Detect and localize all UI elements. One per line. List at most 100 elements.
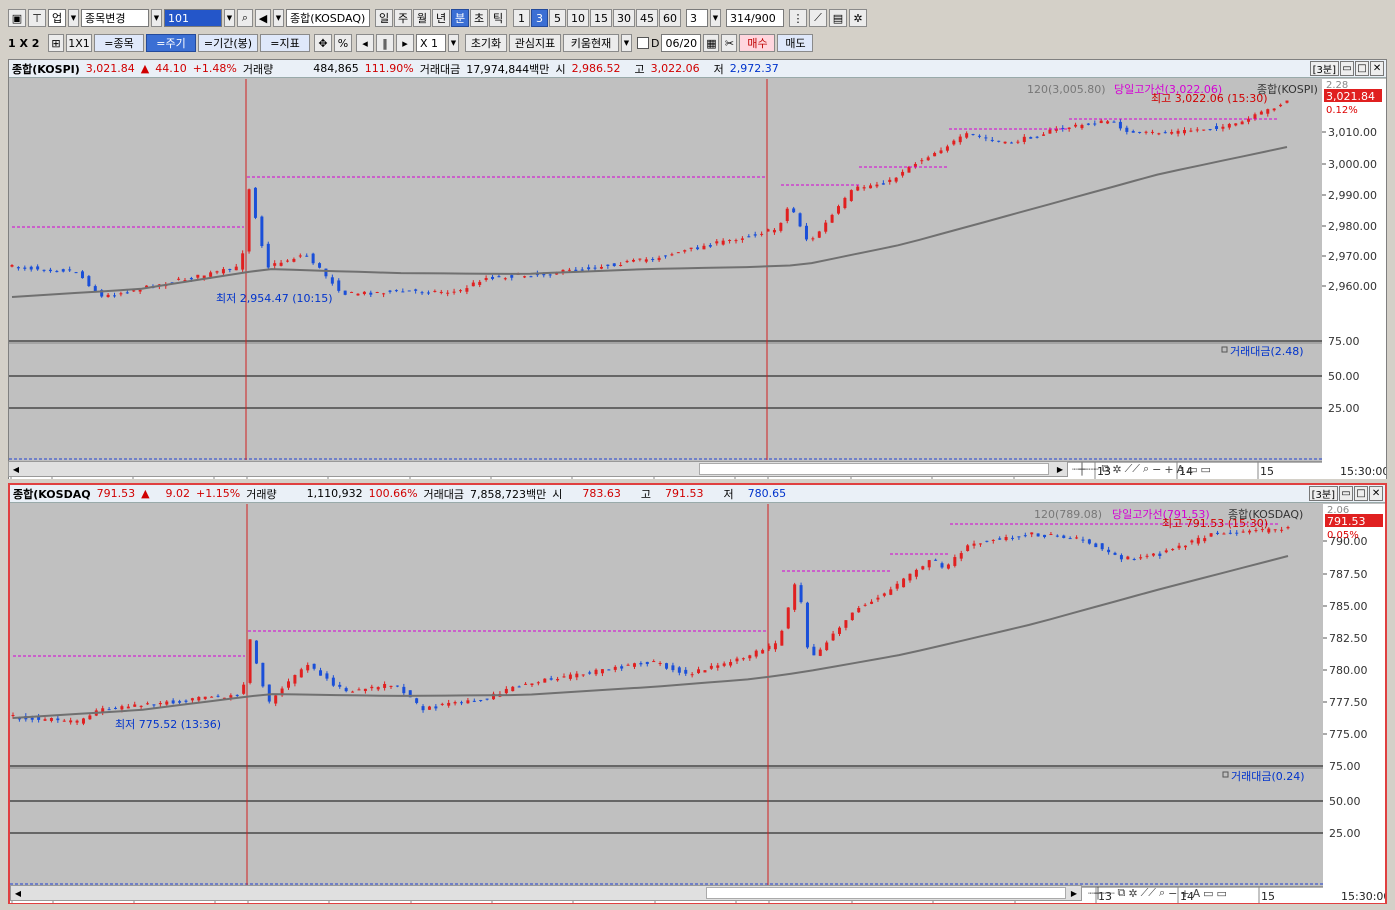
market-dropdown-icon[interactable]: ▼ (68, 9, 79, 27)
restore-icon[interactable]: ▭ (1340, 61, 1354, 76)
period-tab[interactable]: 월 (413, 9, 431, 27)
interval-dropdown-icon[interactable]: ▼ (710, 9, 721, 27)
kospi-scrollbar[interactable]: ◀ ▶ (8, 461, 1068, 477)
sell-button[interactable]: 매도 (777, 34, 814, 52)
gear-icon[interactable]: ✲ (849, 9, 867, 27)
zoom-out-icon[interactable]: − (1152, 463, 1161, 476)
line-tool-icon[interactable]: ⟋⟋ (1141, 886, 1156, 900)
maximize-icon[interactable]: □ (1354, 486, 1368, 501)
period-tab[interactable]: 초 (470, 9, 488, 27)
interval-tab[interactable]: 15 (590, 9, 612, 27)
interval-tab[interactable]: 3 (531, 9, 548, 27)
interval-select[interactable]: 3 (686, 9, 708, 27)
kosdaq-chart[interactable]: 790.00787.50785.00782.50780.00777.50775.… (10, 504, 1385, 903)
kiwoom-dropdown-icon[interactable]: ▼ (621, 34, 632, 52)
save-icon[interactable]: ▤ (829, 9, 847, 27)
scroll-right-icon[interactable]: ▶ (1053, 462, 1067, 476)
zoom-icon[interactable]: ⌕ (1159, 886, 1165, 900)
interval-tab[interactable]: 45 (636, 9, 658, 27)
note-icon[interactable]: ▭ (1203, 887, 1213, 900)
range-button[interactable]: =기간(봉) (198, 34, 258, 52)
interval-tab[interactable]: 10 (567, 9, 589, 27)
close-icon[interactable]: ✕ (1369, 486, 1383, 501)
fullscreen-icon[interactable]: ▭ (1201, 463, 1211, 476)
interval-tab[interactable]: 60 (659, 9, 681, 27)
stock-change-select[interactable]: 종목변경 (81, 9, 149, 27)
indicator-button[interactable]: =지표 (260, 34, 310, 52)
restore-icon[interactable]: ▭ (1339, 486, 1353, 501)
kiwoom-button[interactable]: 키움현재 (563, 34, 619, 52)
code-input[interactable]: 101 (164, 9, 222, 27)
range-slider-icon[interactable]: ┈┼┈┈ (1088, 887, 1115, 900)
kospi-chart[interactable]: 3,010.00 3,000.00 2,990.00 2,980.00 2,970.00… (9, 79, 1386, 479)
period-tab[interactable]: 년 (432, 9, 450, 27)
scroll-right-icon[interactable]: ▶ (1067, 886, 1081, 900)
period-tab[interactable]: 틱 (489, 9, 507, 27)
code-dropdown-icon[interactable]: ▼ (224, 9, 235, 27)
search-icon[interactable]: ⌕ (237, 9, 253, 27)
move-icon[interactable]: ✥ (314, 34, 332, 52)
pause-icon[interactable]: ‖ (376, 34, 394, 52)
percent-button[interactable]: % (334, 34, 352, 52)
grid-icon[interactable]: ⊞ (48, 34, 64, 52)
note-icon[interactable]: ▭ (1187, 463, 1197, 476)
zoom-in-icon[interactable]: + (1180, 887, 1189, 900)
interval-tab[interactable]: 5 (549, 9, 566, 27)
scroll-left-icon[interactable]: ◀ (11, 886, 25, 900)
period-button[interactable]: =주기 (146, 34, 196, 52)
one-by-one-button[interactable]: 1X1 (66, 34, 92, 52)
close-icon[interactable]: ✕ (1370, 61, 1384, 76)
scroll-thumb[interactable] (699, 463, 1049, 475)
speaker-icon[interactable]: ◀ (255, 9, 271, 27)
settings-icon[interactable]: ✲ (1112, 463, 1121, 476)
market-select[interactable]: 업 (48, 9, 66, 27)
pin-icon[interactable]: ⊤ (28, 9, 46, 27)
zoom-out-icon[interactable]: − (1168, 887, 1177, 900)
interest-button[interactable]: 관심지표 (509, 34, 561, 52)
d-checkbox[interactable] (637, 37, 649, 49)
text-icon[interactable]: A (1177, 463, 1185, 476)
speaker-dropdown-icon[interactable]: ▼ (273, 9, 284, 27)
scroll-left-icon[interactable]: ◀ (9, 462, 23, 476)
interval-tab[interactable]: 1 (513, 9, 530, 27)
interval-tab[interactable]: 30 (613, 9, 635, 27)
candle-body (68, 269, 72, 271)
sub-tick-label: 50.00 (1328, 370, 1360, 383)
period-tab[interactable]: 분 (451, 9, 469, 27)
maximize-icon[interactable]: □ (1355, 61, 1369, 76)
period-tab[interactable]: 주 (394, 9, 412, 27)
copy-icon[interactable]: ⧉ (1118, 886, 1126, 900)
kospi-period-tag[interactable]: [3분] (1309, 61, 1339, 76)
indicator-icon[interactable]: ⋮ (789, 9, 807, 27)
scissors-icon[interactable]: ✂ (721, 34, 738, 52)
candle-body (606, 264, 610, 267)
reset-button[interactable]: 초기화 (465, 34, 507, 52)
date-input[interactable]: 06/20 (661, 34, 702, 52)
scroll-thumb[interactable] (706, 887, 1066, 899)
stock-button[interactable]: =종목 (94, 34, 144, 52)
candle-body (588, 672, 592, 674)
copy-icon[interactable]: ⧉ (1102, 462, 1110, 476)
buy-button[interactable]: 매수 (739, 34, 776, 52)
text-icon[interactable]: A (1193, 887, 1201, 900)
layout-label[interactable]: 1 X 2 (8, 37, 46, 50)
kosdaq-scrollbar[interactable]: ◀ ▶ (10, 885, 1082, 901)
zoom-icon[interactable]: ⌕ (1143, 462, 1149, 476)
range-slider-icon[interactable]: ┈┼┈┈ (1072, 463, 1099, 476)
period-tab[interactable]: 일 (375, 9, 393, 27)
fullscreen-icon[interactable]: ▭ (1217, 887, 1227, 900)
trend-icon[interactable]: ⟋ (809, 9, 827, 27)
line-tool-icon[interactable]: ⟋⟋ (1125, 462, 1140, 476)
kosdaq-period-tag[interactable]: [3분] (1308, 486, 1338, 501)
calendar-icon[interactable]: ▦ (703, 34, 720, 52)
multiplier-select[interactable]: X 1 (416, 34, 446, 52)
next-icon[interactable]: ▸ (396, 34, 414, 52)
stock-change-dropdown-icon[interactable]: ▼ (151, 9, 162, 27)
candle-body (1036, 533, 1040, 537)
zoom-in-icon[interactable]: + (1164, 463, 1173, 476)
multiplier-dropdown-icon[interactable]: ▼ (448, 34, 459, 52)
settings-icon[interactable]: ✲ (1128, 887, 1137, 900)
prev-icon[interactable]: ◂ (356, 34, 374, 52)
count-field[interactable]: 314/900 (726, 9, 784, 27)
window-icon[interactable]: ▣ (8, 9, 26, 27)
